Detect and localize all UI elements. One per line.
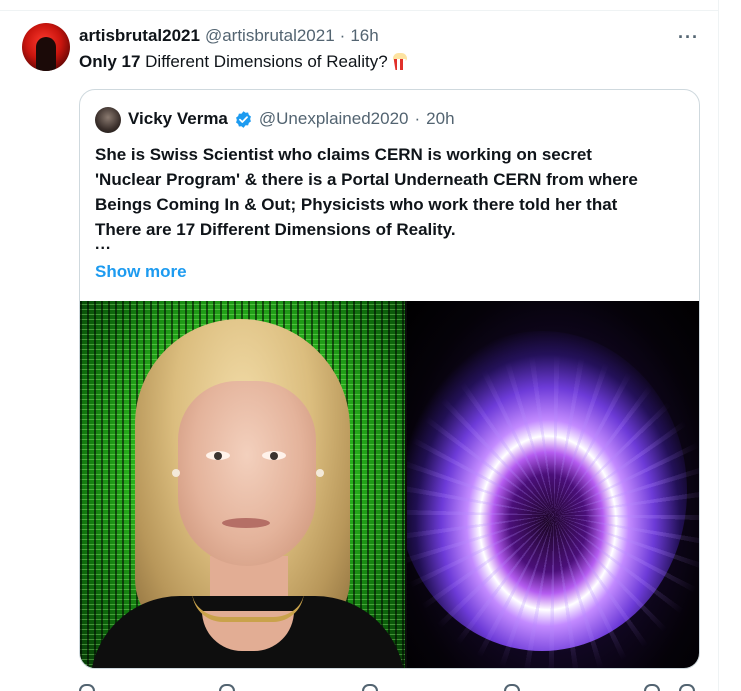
quoted-author-name[interactable]: Vicky Verma	[128, 109, 228, 129]
like-icon[interactable]	[362, 684, 378, 691]
quoted-text-line: There are 17 Different Dimensions of Rea…	[95, 220, 456, 239]
portrait-mouth	[222, 518, 270, 528]
portrait-eye-right	[262, 451, 286, 460]
tweet-header: artisbrutal2021 @artisbrutal2021 · 16h	[79, 26, 379, 46]
quoted-tweet-header: Vicky Verma @Unexplained2020 · 20h	[128, 109, 455, 129]
woman-portrait-image[interactable]	[80, 301, 405, 668]
quoted-media[interactable]	[80, 301, 699, 668]
share-icon[interactable]	[679, 684, 695, 691]
reply-icon[interactable]	[79, 684, 95, 691]
tweet-action-bar	[79, 684, 699, 691]
show-more-link[interactable]: Show more	[95, 262, 187, 282]
earring-left	[172, 469, 180, 477]
author-avatar[interactable]	[22, 23, 70, 71]
quoted-text-line: Beings Coming In & Out; Physicists who w…	[95, 195, 618, 214]
portal-rays	[407, 301, 699, 668]
quoted-text-line: She is Swiss Scientist who claims CERN i…	[95, 145, 592, 164]
verified-badge-icon	[235, 110, 251, 128]
quoted-tweet[interactable]: Vicky Verma @Unexplained2020 · 20h She i…	[79, 89, 700, 669]
quoted-tweet-text: She is Swiss Scientist who claims CERN i…	[95, 142, 690, 242]
views-icon[interactable]	[504, 684, 520, 691]
retweet-icon[interactable]	[219, 684, 235, 691]
tweet-text-rest: Different Dimensions of Reality?	[140, 52, 388, 71]
quoted-author-avatar[interactable]	[95, 107, 121, 133]
truncation-ellipsis: ...	[95, 236, 112, 253]
author-name[interactable]: artisbrutal2021	[79, 26, 200, 46]
quoted-header-separator: ·	[414, 109, 421, 128]
earring-right	[316, 469, 324, 477]
avatar-figure	[36, 37, 56, 71]
portrait-eye-left	[206, 451, 230, 460]
header-separator: ·	[339, 26, 346, 45]
tweet-text-bold: Only 17	[79, 52, 141, 71]
bookmark-icon[interactable]	[644, 684, 660, 691]
portal-image[interactable]	[407, 301, 699, 668]
tweet-timestamp[interactable]: 16h	[350, 26, 378, 46]
portrait-necklace	[192, 591, 304, 622]
popcorn-icon	[392, 52, 408, 70]
quoted-tweet-timestamp[interactable]: 20h	[426, 109, 454, 129]
quoted-author-handle[interactable]: @Unexplained2020	[259, 109, 409, 129]
portrait-face	[178, 381, 316, 566]
tweet-text: Only 17 Different Dimensions of Reality?	[79, 52, 408, 72]
author-handle[interactable]: @artisbrutal2021	[205, 26, 335, 46]
previous-tweet-divider	[0, 0, 719, 11]
quoted-text-line: 'Nuclear Program' & there is a Portal Un…	[95, 170, 638, 189]
timeline-column: artisbrutal2021 @artisbrutal2021 · 16h ·…	[0, 0, 719, 691]
more-options-icon[interactable]: ···	[678, 27, 699, 48]
